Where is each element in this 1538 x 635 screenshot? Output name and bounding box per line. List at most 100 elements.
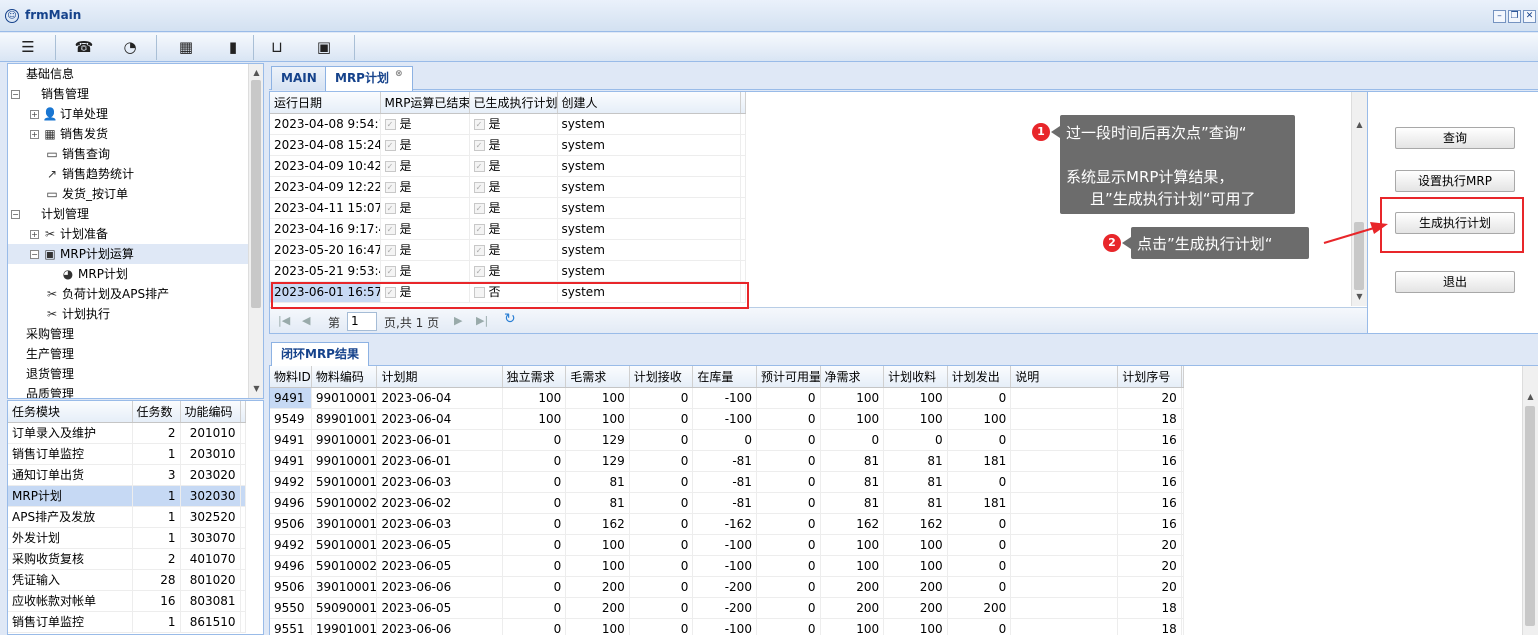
checkbox-checked[interactable]: ✓ xyxy=(473,161,485,172)
checkbox-checked[interactable]: ✓ xyxy=(473,266,485,277)
tab-close-icon[interactable]: ⊗ xyxy=(395,67,403,81)
runs-scrollbar[interactable]: ▲ ▼ xyxy=(1351,92,1367,306)
refresh-icon[interactable]: ↻ xyxy=(504,312,516,326)
column-header[interactable]: 创建人 xyxy=(557,92,741,114)
scroll-thumb[interactable] xyxy=(1525,406,1535,626)
checkbox-checked[interactable]: ✓ xyxy=(384,266,396,277)
scroll-down-icon[interactable]: ▼ xyxy=(1352,290,1367,304)
checkbox-checked[interactable]: ✓ xyxy=(384,119,396,130)
table-row[interactable]: 通知订单出货 3 203020 xyxy=(8,464,246,486)
tree-item[interactable]: 生产管理 xyxy=(8,344,250,364)
checkbox-checked[interactable]: ✓ xyxy=(473,245,485,256)
tree-item[interactable]: ✂ 负荷计划及APS排产 xyxy=(8,284,250,304)
page-input[interactable]: 1 xyxy=(347,312,377,331)
tree-item[interactable]: − ▣ MRP计划运算 xyxy=(8,244,250,264)
table-row[interactable]: 采购收货复核 2 401070 xyxy=(8,548,246,570)
table-row[interactable]: 销售订单监控 1 203010 xyxy=(8,443,246,465)
checkbox-checked[interactable]: ✓ xyxy=(384,161,396,172)
table-row[interactable]: 凭证输入 28 801020 xyxy=(8,569,246,591)
tree-item[interactable]: ↗ 销售趋势统计 xyxy=(8,164,250,184)
tree-item[interactable]: ▭ 发货_按订单 xyxy=(8,184,250,204)
table-row[interactable]: 9491 99010001 2023-06-01 0 129 0 -81 0 81 81 181 16 xyxy=(270,450,1185,472)
table-row[interactable]: 9506 39010001 2023-06-03 0 162 0 -162 0 162 162 0 1… xyxy=(270,513,1185,535)
table-row[interactable]: 销售订单监控 1 861510 xyxy=(8,611,246,633)
table-row[interactable]: 9496 59010002 2023-06-02 0 81 0 -81 0 81 81 181 16 xyxy=(270,492,1185,514)
table-row[interactable]: 2023-04-09 10:42:2✓是✓是system xyxy=(270,155,746,177)
scroll-up-icon[interactable]: ▲ xyxy=(1352,118,1367,132)
table-row[interactable]: 2023-04-11 15:07:2✓是✓是system xyxy=(270,197,746,219)
checkbox-checked[interactable]: ✓ xyxy=(384,182,396,193)
checkbox-checked[interactable]: ✓ xyxy=(384,140,396,151)
checkbox-checked[interactable]: ✓ xyxy=(473,140,485,151)
tree-item[interactable]: 采购管理 xyxy=(8,324,250,344)
table-row[interactable]: 9492 59010001 2023-06-05 0 100 0 -100 0 100 100 0 2… xyxy=(270,534,1185,556)
tab-mrp-plan[interactable]: MRP计划 ⊗ xyxy=(325,66,413,91)
column-header[interactable]: 物料ID xyxy=(270,366,312,388)
phone-icon[interactable]: ☎ xyxy=(72,37,96,57)
query-button[interactable]: 查询 xyxy=(1395,127,1515,149)
collapse-icon[interactable]: − xyxy=(11,90,20,99)
column-header[interactable]: 净需求 xyxy=(820,366,885,388)
set-mrp-button[interactable]: 设置执行MRP xyxy=(1395,170,1515,192)
table-row[interactable]: 9491 99010001 2023-06-04 100 100 0 -100 0 100 100… xyxy=(270,387,1185,409)
table-row[interactable]: 9551 19901001 2023-06-06 0 100 0 -100 0 100 100 0 1… xyxy=(270,618,1185,635)
table-row[interactable]: 2023-04-16 9:17:46✓是✓是system xyxy=(270,218,746,240)
tree-item[interactable]: + ✂ 计划准备 xyxy=(8,224,250,244)
tree-item[interactable]: ◕ MRP计划 xyxy=(8,264,250,284)
column-header[interactable]: MRP运算已结束 xyxy=(380,92,470,114)
table-row[interactable]: 2023-04-08 15:24:5✓是✓是system xyxy=(270,134,746,156)
column-header[interactable]: 已生成执行计划 xyxy=(469,92,558,114)
minimize-button[interactable]: – xyxy=(1493,10,1506,23)
column-header[interactable]: 毛需求 xyxy=(565,366,630,388)
column-header[interactable]: 任务数 xyxy=(132,401,181,423)
table-row[interactable]: 2023-05-20 16:47:4✓是✓是system xyxy=(270,239,746,261)
collapse-icon[interactable]: − xyxy=(11,210,20,219)
scroll-up-icon[interactable]: ▲ xyxy=(249,66,263,80)
scroll-thumb[interactable] xyxy=(251,80,261,308)
results-scrollbar[interactable]: ▲ xyxy=(1522,366,1538,635)
table-row[interactable]: APS排产及发放 1 302520 xyxy=(8,506,246,528)
scroll-up-icon[interactable]: ▲ xyxy=(1523,390,1538,404)
tree-item[interactable]: − 计划管理 xyxy=(8,204,250,224)
first-page-icon[interactable]: |◀ xyxy=(278,314,290,328)
column-header[interactable]: 计划发出 xyxy=(947,366,1012,388)
table-row[interactable]: 外发计划 1 303070 xyxy=(8,527,246,549)
tree-item[interactable]: ▭ 销售查询 xyxy=(8,144,250,164)
bookmark-icon[interactable]: ▮ xyxy=(221,37,245,57)
column-header[interactable]: 计划期 xyxy=(376,366,503,388)
expand-icon[interactable]: + xyxy=(30,110,39,119)
expand-icon[interactable]: + xyxy=(30,130,39,139)
checkbox-checked[interactable]: ✓ xyxy=(473,203,485,214)
column-header[interactable]: 任务模块 xyxy=(8,401,133,423)
tree-item[interactable]: 基础信息 xyxy=(8,64,250,84)
table-row[interactable]: 9506 39010001 2023-06-06 0 200 0 -200 0 200 200 0 2… xyxy=(270,576,1185,598)
table-row[interactable]: 9496 59010002 2023-06-05 0 100 0 -100 0 100 100 0 2… xyxy=(270,555,1185,577)
table-row[interactable]: 9491 99010001 2023-06-01 0 129 0 0 0 0 0 0 16 xyxy=(270,429,1185,451)
table-row[interactable]: 9549 89901001 2023-06-04 100 100 0 -100 0 100 100… xyxy=(270,408,1185,430)
menu-icon[interactable]: ☰ xyxy=(16,37,40,57)
table-row[interactable]: 2023-05-21 9:53:48✓是✓是system xyxy=(270,260,746,282)
tree-item[interactable]: + 👤 订单处理 xyxy=(8,104,250,124)
tree-item[interactable]: 退货管理 xyxy=(8,364,250,384)
exit-button[interactable]: 退出 xyxy=(1395,271,1515,293)
column-header[interactable]: 预计可用量 xyxy=(756,366,821,388)
checkbox-checked[interactable]: ✓ xyxy=(384,203,396,214)
prev-page-icon[interactable]: ◀ xyxy=(302,314,310,328)
checkbox-checked[interactable]: ✓ xyxy=(473,224,485,235)
close-button[interactable]: ✕ xyxy=(1523,10,1536,23)
restore-button[interactable]: ❐ xyxy=(1508,10,1521,23)
collapse-icon[interactable]: − xyxy=(30,250,39,259)
table-row[interactable]: 9492 59010001 2023-06-03 0 81 0 -81 0 81 81 0 16 xyxy=(270,471,1185,493)
checkbox-checked[interactable]: ✓ xyxy=(473,119,485,130)
tree-item[interactable]: 品质管理 xyxy=(8,384,250,398)
column-header[interactable]: 计划接收 xyxy=(629,366,694,388)
checkbox-checked[interactable]: ✓ xyxy=(473,182,485,193)
last-page-icon[interactable]: ▶| xyxy=(476,314,488,328)
column-header[interactable]: 独立需求 xyxy=(502,366,567,388)
tab-main[interactable]: MAIN xyxy=(271,66,327,90)
tree-scrollbar[interactable]: ▲ ▼ xyxy=(248,64,263,398)
next-page-icon[interactable]: ▶ xyxy=(454,314,462,328)
column-header[interactable]: 运行日期 xyxy=(270,92,381,114)
rss-icon[interactable]: ◔ xyxy=(118,37,142,57)
checkbox-checked[interactable]: ✓ xyxy=(384,224,396,235)
